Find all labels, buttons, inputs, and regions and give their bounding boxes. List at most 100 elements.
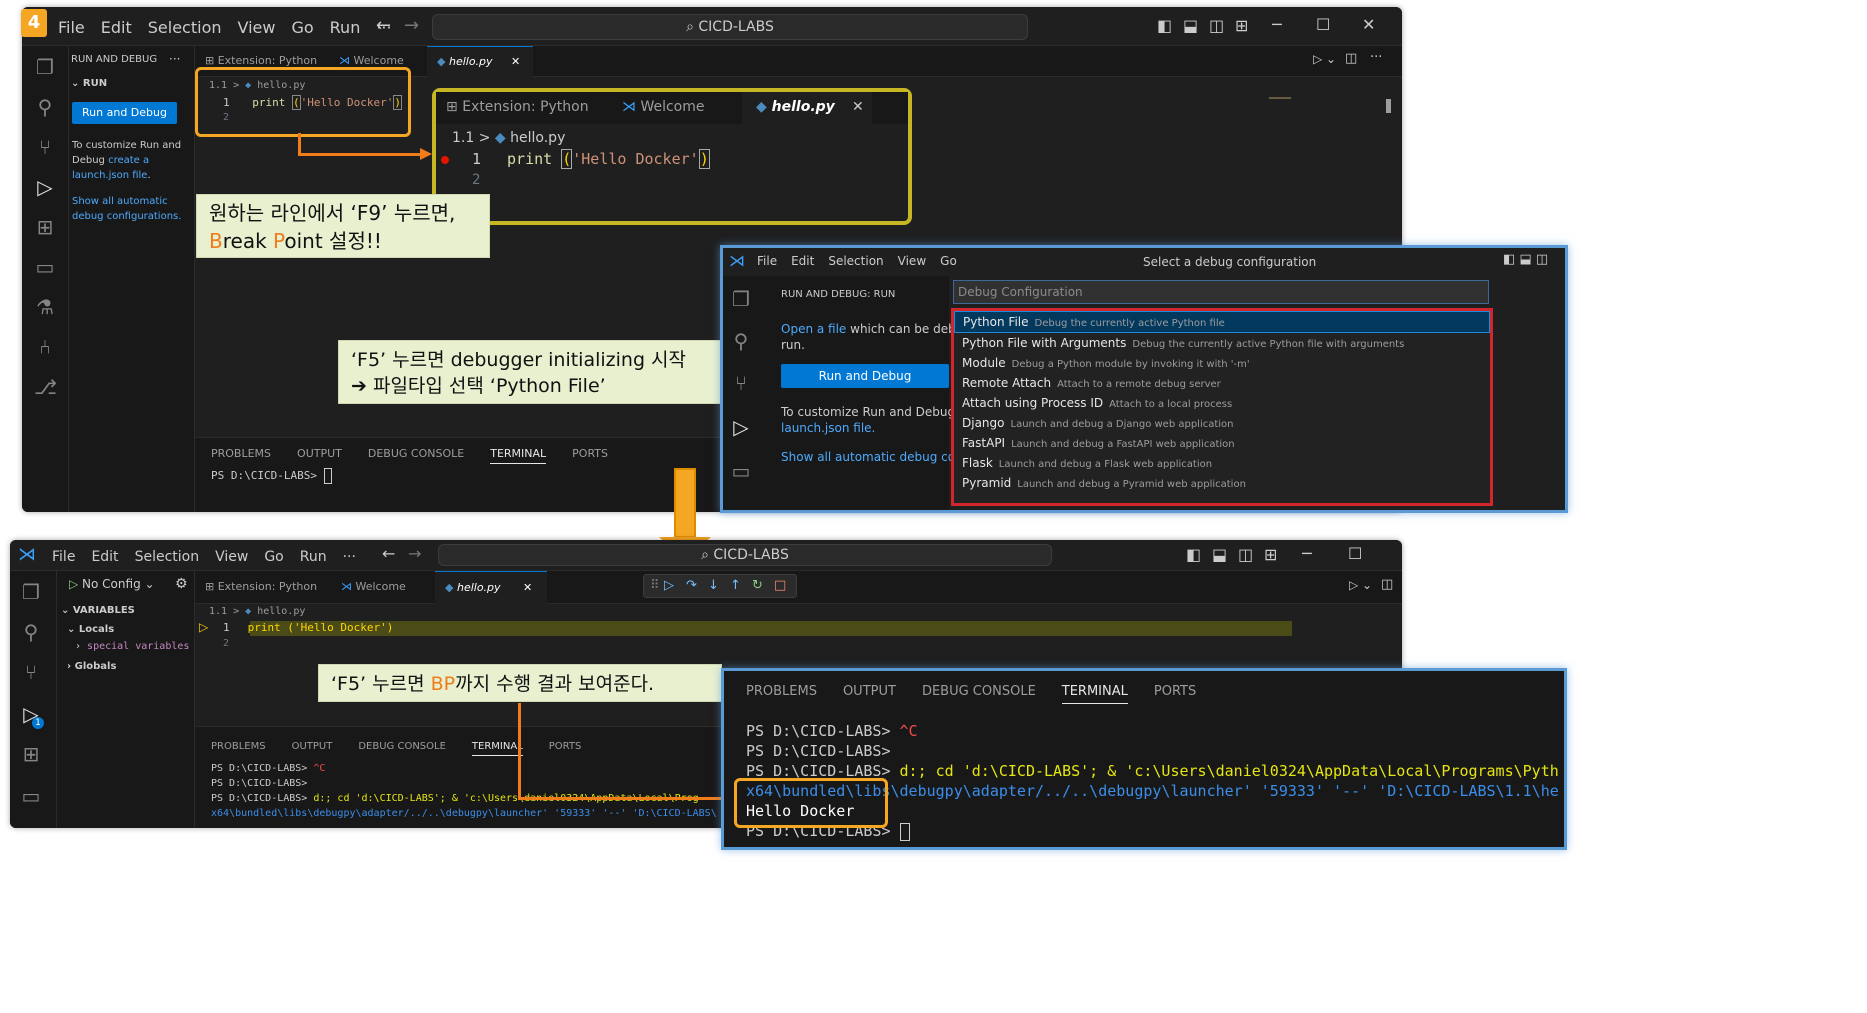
panel-tab-output[interactable]: OUTPUT: [292, 741, 333, 752]
open-file-link[interactable]: Open a file: [781, 322, 846, 336]
command-center-search[interactable]: ⌕ CICD-LABS: [438, 544, 1052, 566]
menu-run[interactable]: Run: [300, 549, 327, 565]
layout-sidebar-icon[interactable]: ◧: [1157, 16, 1172, 35]
layout-panel-icon[interactable]: ⬓: [1183, 16, 1198, 35]
scroll-thumb[interactable]: [1386, 99, 1391, 113]
testing-icon[interactable]: ⚗: [34, 296, 56, 318]
tab-extension-python[interactable]: ⊞ Extension: Python: [195, 571, 329, 603]
close-tab-icon[interactable]: ✕: [511, 47, 520, 77]
panel-tab-output[interactable]: OUTPUT: [297, 447, 342, 460]
step-over-icon[interactable]: ↷: [686, 575, 697, 597]
split-editor-icon[interactable]: ◫: [1345, 51, 1357, 66]
menu-view[interactable]: View: [898, 254, 926, 268]
remote-explorer-icon[interactable]: ▭: [730, 460, 752, 482]
panel-tab-ports[interactable]: PORTS: [1154, 684, 1196, 699]
overlay-show-all-link[interactable]: Show all automatic debug confi: [781, 450, 970, 464]
minimize-button[interactable]: ─: [1302, 544, 1312, 563]
explorer-icon[interactable]: ❐: [730, 288, 752, 310]
zoom-tab-extension-python[interactable]: ⊞ Extension: Python: [446, 99, 589, 115]
split-editor-icon[interactable]: ◫: [1381, 577, 1393, 592]
panel-tab-ports[interactable]: PORTS: [572, 447, 608, 460]
menu-file[interactable]: File: [757, 254, 777, 268]
panel-tab-problems[interactable]: PROBLEMS: [211, 447, 271, 460]
menu-go[interactable]: Go: [264, 549, 283, 565]
debug-option[interactable]: Python File with Arguments Debug the curr…: [954, 333, 1490, 353]
panel-tab-debug-console[interactable]: DEBUG CONSOLE: [922, 684, 1036, 699]
maximize-button[interactable]: ☐: [1348, 544, 1362, 563]
panel-tab-terminal[interactable]: TERMINAL: [490, 447, 547, 464]
back-arrow-icon[interactable]: ←: [382, 544, 395, 563]
quick-pick-input[interactable]: Debug Configuration: [953, 280, 1489, 304]
debug-config-selector[interactable]: ▷ No Config ⌄: [69, 577, 155, 591]
layout-secondary-icon[interactable]: ◫: [1209, 16, 1224, 35]
extensions-icon[interactable]: ⊞: [20, 743, 42, 765]
menu-edit[interactable]: Edit: [91, 549, 118, 565]
variables-header[interactable]: ⌄ VARIABLES: [61, 605, 135, 616]
terminal-output[interactable]: PS D:\CICD-LABS> ^C PS D:\CICD-LABS> PS …: [211, 761, 731, 821]
debug-option[interactable]: Django Launch and debug a Django web appl…: [954, 413, 1490, 433]
editor-more-icon[interactable]: ···: [1370, 50, 1382, 65]
continue-icon[interactable]: ▷: [664, 575, 674, 597]
close-window-button[interactable]: ✕: [1362, 15, 1375, 34]
run-file-icon[interactable]: ▷ ⌄: [1313, 52, 1336, 66]
debug-option[interactable]: Remote Attach Attach to a remote debug se…: [954, 373, 1490, 393]
run-file-icon[interactable]: ▷ ⌄: [1349, 578, 1372, 592]
menu-view[interactable]: View: [215, 549, 248, 565]
panel-tab-problems[interactable]: PROBLEMS: [746, 684, 817, 699]
panel-tab-terminal[interactable]: TERMINAL: [471, 741, 523, 756]
explorer-icon[interactable]: ❐: [34, 56, 56, 78]
panel-tab-debug-console[interactable]: DEBUG CONSOLE: [358, 741, 446, 752]
customize-layout-icon[interactable]: ⊞: [1264, 545, 1277, 564]
maximize-button[interactable]: ☐: [1316, 15, 1330, 34]
tab-hello-py[interactable]: ◆ hello.py ✕: [435, 571, 547, 604]
menu-go[interactable]: Go: [291, 18, 313, 37]
tab-welcome[interactable]: ⋊ Welcome: [331, 571, 431, 603]
menu-edit[interactable]: Edit: [791, 254, 814, 268]
timeline-icon[interactable]: ⎇: [34, 376, 57, 398]
close-tab-icon[interactable]: ✕: [523, 572, 532, 604]
tab-hello-py[interactable]: ◆ hello.py ✕: [427, 46, 533, 77]
debug-option[interactable]: Module Debug a Python module by invoking …: [954, 353, 1490, 373]
overlay-run-and-debug-button[interactable]: Run and Debug: [781, 364, 949, 388]
zoom-tab-hello-py[interactable]: ◆ hello.py ✕: [742, 92, 872, 124]
run-and-debug-button[interactable]: Run and Debug: [72, 102, 177, 124]
panel-tab-ports[interactable]: PORTS: [549, 741, 582, 752]
layout-secondary-icon[interactable]: ◫: [1238, 545, 1253, 564]
source-control-icon[interactable]: ⑂: [730, 372, 752, 394]
drag-handle-icon[interactable]: ⠿: [650, 575, 660, 597]
remote-explorer-icon[interactable]: ▭: [20, 785, 42, 807]
forward-arrow-icon[interactable]: →: [408, 544, 421, 563]
menu-go[interactable]: Go: [940, 254, 957, 268]
show-all-configurations-link[interactable]: Show all automatic debug configurations.: [72, 194, 190, 224]
gear-icon[interactable]: ⚙: [175, 576, 188, 592]
menu-more[interactable]: ···: [343, 549, 356, 565]
extensions-icon[interactable]: ⊞: [34, 216, 56, 238]
command-center-search[interactable]: ⌕ CICD-LABS: [432, 14, 1028, 40]
menu-selection[interactable]: Selection: [148, 18, 222, 37]
layout-panel-icon[interactable]: ⬓: [1212, 545, 1227, 564]
forward-arrow-icon[interactable]: →: [404, 15, 419, 36]
debug-option[interactable]: FastAPI Launch and debug a FastAPI web ap…: [954, 433, 1490, 453]
run-section-header[interactable]: ⌄ RUN: [71, 78, 107, 89]
special-variables[interactable]: › special variables: [75, 641, 189, 652]
breakpoint-dot[interactable]: [441, 156, 449, 164]
zoom-tab-welcome[interactable]: ⋊ Welcome: [622, 99, 705, 115]
terminal-line[interactable]: PS D:\CICD-LABS>: [211, 468, 332, 484]
globals-scope[interactable]: › Globals: [67, 661, 116, 672]
back-arrow-icon[interactable]: ←: [376, 15, 391, 36]
zoom-close-tab-icon[interactable]: ✕: [852, 99, 864, 115]
explorer-icon[interactable]: ❐: [20, 581, 42, 603]
search-view-icon[interactable]: ⚲: [34, 96, 56, 118]
step-into-icon[interactable]: ↓: [708, 575, 719, 597]
menu-file[interactable]: File: [52, 549, 75, 565]
run-debug-icon[interactable]: ▷: [730, 416, 752, 438]
source-control-icon[interactable]: ⑂: [34, 136, 56, 158]
source-control-icon[interactable]: ⑂: [20, 661, 42, 683]
debug-option[interactable]: Attach using Process ID Attach to a local…: [954, 393, 1490, 413]
remote-explorer-icon[interactable]: ▭: [34, 256, 56, 278]
customize-layout-icon[interactable]: ⊞: [1235, 16, 1248, 35]
debug-option[interactable]: Flask Launch and debug a Flask web applic…: [954, 453, 1490, 473]
panel-tab-output[interactable]: OUTPUT: [843, 684, 896, 699]
layout-sidebar-icon[interactable]: ◧: [1186, 545, 1201, 564]
sidebar-more-icon[interactable]: ···: [169, 52, 180, 66]
